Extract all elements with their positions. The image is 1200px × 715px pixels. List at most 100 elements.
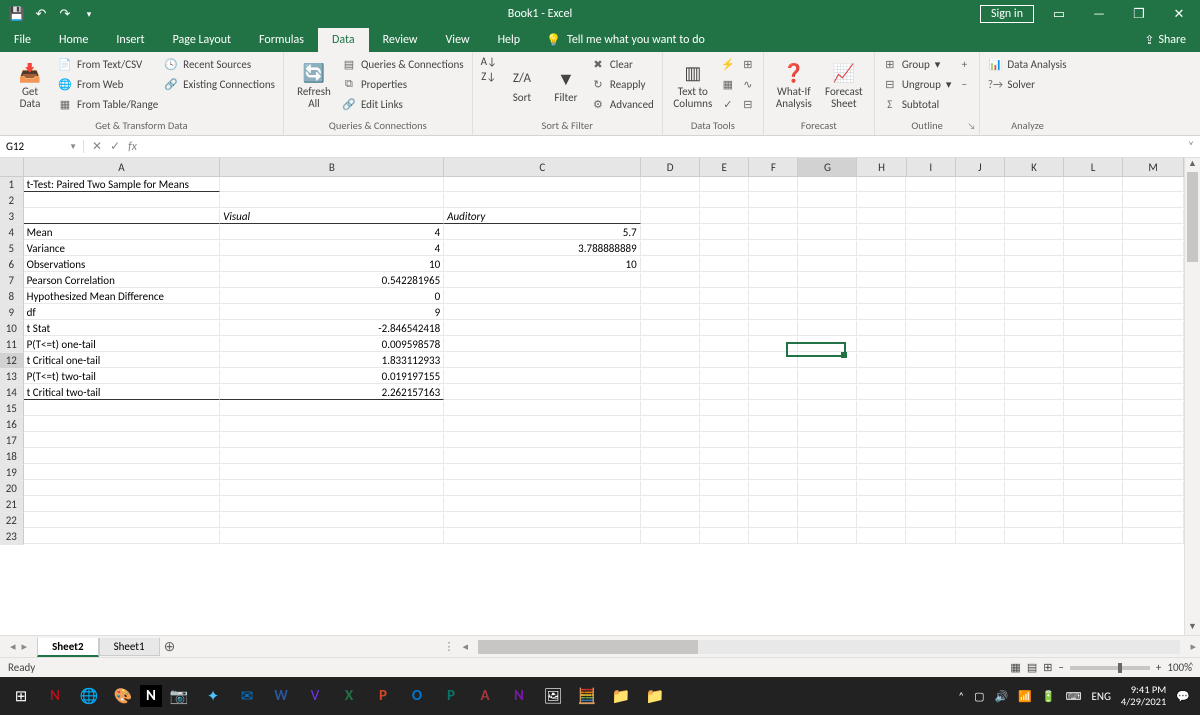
col-header-H[interactable]: H bbox=[857, 158, 906, 176]
undo-icon[interactable]: ↶ bbox=[30, 3, 52, 25]
cell-F7[interactable] bbox=[749, 273, 798, 288]
cell-E4[interactable] bbox=[700, 225, 749, 240]
cell-I14[interactable] bbox=[906, 385, 955, 400]
cell-A6[interactable]: Observations bbox=[24, 257, 221, 272]
cell-H11[interactable] bbox=[857, 337, 906, 352]
cell-F21[interactable] bbox=[749, 497, 798, 512]
cell-L6[interactable] bbox=[1064, 257, 1123, 272]
row-header-9[interactable]: 9 bbox=[0, 305, 24, 321]
cell-H16[interactable] bbox=[857, 417, 906, 432]
relationships[interactable]: ∿ bbox=[741, 75, 755, 93]
cell-B16[interactable] bbox=[220, 417, 444, 432]
cell-C7[interactable] bbox=[444, 273, 641, 288]
cell-E12[interactable] bbox=[700, 353, 749, 368]
cell-D8[interactable] bbox=[641, 289, 700, 304]
cell-A11[interactable]: P(T<=t) one-tail bbox=[24, 337, 221, 352]
properties[interactable]: ⧉Properties bbox=[342, 75, 464, 93]
cell-B1[interactable] bbox=[220, 177, 444, 192]
cell-D4[interactable] bbox=[641, 225, 700, 240]
col-header-G[interactable]: G bbox=[798, 158, 857, 176]
col-header-F[interactable]: F bbox=[749, 158, 798, 176]
cell-L15[interactable] bbox=[1064, 401, 1123, 416]
cell-G4[interactable] bbox=[798, 225, 857, 240]
cell-M19[interactable] bbox=[1123, 465, 1184, 480]
row-header-2[interactable]: 2 bbox=[0, 193, 24, 209]
col-header-I[interactable]: I bbox=[907, 158, 956, 176]
cell-L3[interactable] bbox=[1064, 209, 1123, 224]
cell-D5[interactable] bbox=[641, 241, 700, 256]
cell-I15[interactable] bbox=[906, 401, 955, 416]
cell-D1[interactable] bbox=[641, 177, 700, 192]
taskbar-app-19[interactable]: 📁 bbox=[638, 681, 672, 711]
hscroll-left-icon[interactable]: ◂ bbox=[459, 640, 473, 653]
hide-detail[interactable]: − bbox=[957, 75, 971, 93]
cell-B9[interactable]: 9 bbox=[220, 305, 444, 320]
cell-D22[interactable] bbox=[641, 513, 700, 528]
cell-E23[interactable] bbox=[700, 529, 749, 544]
cell-K7[interactable] bbox=[1005, 273, 1064, 288]
cell-H17[interactable] bbox=[857, 433, 906, 448]
cell-E10[interactable] bbox=[700, 321, 749, 336]
cell-I9[interactable] bbox=[906, 305, 955, 320]
cell-K12[interactable] bbox=[1005, 353, 1064, 368]
cell-I21[interactable] bbox=[906, 497, 955, 512]
cell-B6[interactable]: 10 bbox=[220, 257, 444, 272]
cell-F18[interactable] bbox=[749, 449, 798, 464]
cell-L11[interactable] bbox=[1064, 337, 1123, 352]
view-page-layout-icon[interactable]: ▤ bbox=[1027, 661, 1037, 674]
row-header-3[interactable]: 3 bbox=[0, 209, 24, 225]
group-button[interactable]: ⊞Group ▾ bbox=[883, 55, 952, 73]
col-header-M[interactable]: M bbox=[1123, 158, 1184, 176]
row-header-16[interactable]: 16 bbox=[0, 417, 24, 433]
cell-F6[interactable] bbox=[749, 257, 798, 272]
cell-A2[interactable] bbox=[24, 193, 221, 208]
tab-review[interactable]: Review bbox=[369, 28, 432, 52]
sheet-nav-prev-icon[interactable]: ◂ bbox=[10, 640, 16, 653]
cell-K23[interactable] bbox=[1005, 529, 1064, 544]
data-analysis-button[interactable]: 📊Data Analysis bbox=[988, 55, 1066, 73]
cell-E8[interactable] bbox=[700, 289, 749, 304]
add-sheet-button[interactable]: ⊕ bbox=[160, 638, 180, 655]
cell-L2[interactable] bbox=[1064, 193, 1123, 208]
taskbar-app-4[interactable]: N bbox=[140, 685, 162, 707]
tray-battery-icon[interactable]: 🔋 bbox=[1042, 690, 1056, 703]
cell-C8[interactable] bbox=[444, 289, 641, 304]
cell-E3[interactable] bbox=[700, 209, 749, 224]
cell-L9[interactable] bbox=[1064, 305, 1123, 320]
cell-G9[interactable] bbox=[798, 305, 857, 320]
sort-desc-button[interactable]: Z↓ bbox=[481, 70, 496, 83]
cell-K20[interactable] bbox=[1005, 481, 1064, 496]
cell-I4[interactable] bbox=[906, 225, 955, 240]
cell-F13[interactable] bbox=[749, 369, 798, 384]
cell-H1[interactable] bbox=[857, 177, 906, 192]
cell-C6[interactable]: 10 bbox=[444, 257, 641, 272]
cell-L1[interactable] bbox=[1064, 177, 1123, 192]
tab-home[interactable]: Home bbox=[45, 28, 102, 52]
cell-B22[interactable] bbox=[220, 513, 444, 528]
tray-keyboard-icon[interactable]: ⌨ bbox=[1066, 690, 1082, 703]
cell-F2[interactable] bbox=[749, 193, 798, 208]
cell-C5[interactable]: 3.788888889 bbox=[444, 241, 641, 256]
cell-C17[interactable] bbox=[444, 433, 641, 448]
taskbar-app-17[interactable]: 🧮 bbox=[570, 681, 604, 711]
cell-B5[interactable]: 4 bbox=[220, 241, 444, 256]
existing-connections[interactable]: 🔗Existing Connections bbox=[164, 75, 275, 93]
cell-J16[interactable] bbox=[956, 417, 1005, 432]
cell-G5[interactable] bbox=[798, 241, 857, 256]
cell-E17[interactable] bbox=[700, 433, 749, 448]
cell-K14[interactable] bbox=[1005, 385, 1064, 400]
cell-M23[interactable] bbox=[1123, 529, 1184, 544]
cell-H3[interactable] bbox=[857, 209, 906, 224]
cell-F9[interactable] bbox=[749, 305, 798, 320]
cell-D18[interactable] bbox=[641, 449, 700, 464]
taskbar-app-2[interactable]: 🌐 bbox=[72, 681, 106, 711]
ungroup-button[interactable]: ⊟Ungroup ▾ bbox=[883, 75, 952, 93]
cell-L16[interactable] bbox=[1064, 417, 1123, 432]
cell-M5[interactable] bbox=[1123, 241, 1184, 256]
view-normal-icon[interactable]: ▦ bbox=[1010, 661, 1020, 674]
cell-B20[interactable] bbox=[220, 481, 444, 496]
cell-G23[interactable] bbox=[798, 529, 857, 544]
cell-J20[interactable] bbox=[956, 481, 1005, 496]
cell-B11[interactable]: 0.009598578 bbox=[220, 337, 444, 352]
cell-G8[interactable] bbox=[798, 289, 857, 304]
